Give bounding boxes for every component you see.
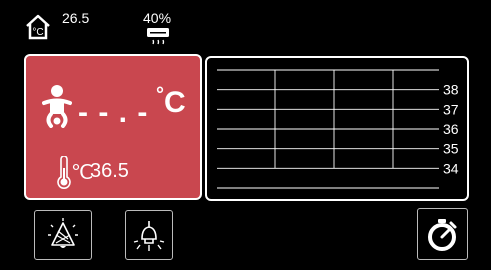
trend-chart-svg: 38 37 36 35 34	[217, 69, 459, 189]
thermometer-icon	[56, 155, 72, 190]
baby-temperature-value: - - . -	[78, 96, 149, 129]
baby-icon	[42, 84, 72, 128]
celsius-letter: C	[164, 86, 186, 119]
y-tick-label: 37	[443, 101, 459, 117]
y-tick-label: 38	[443, 82, 459, 98]
y-tick-label: 35	[443, 141, 459, 157]
house-celsius-icon: °C	[24, 13, 52, 41]
humidifier-icon	[145, 27, 171, 47]
y-tick-label: 34	[443, 160, 459, 176]
humidity-value: 40%	[143, 10, 172, 26]
baby-temperature-unit: °C	[156, 84, 186, 120]
light-button[interactable]	[125, 210, 173, 260]
alarm-bell-icon	[48, 218, 78, 248]
light-bulb-icon	[133, 221, 165, 251]
svg-text:°C: °C	[32, 27, 43, 38]
temperature-trend-chart: 38 37 36 35 34	[205, 56, 469, 201]
y-tick-label: 36	[443, 121, 459, 137]
degree-symbol: °	[156, 84, 164, 106]
alarm-button[interactable]	[34, 210, 92, 260]
room-temperature-value: 26.5	[62, 10, 90, 26]
timer-icon	[427, 219, 456, 251]
timer-button[interactable]	[417, 208, 468, 260]
skin-temperature-value: 36.5	[90, 160, 129, 182]
baby-temperature-panel[interactable]: - - . - °C ℃ 36.5	[24, 54, 202, 200]
